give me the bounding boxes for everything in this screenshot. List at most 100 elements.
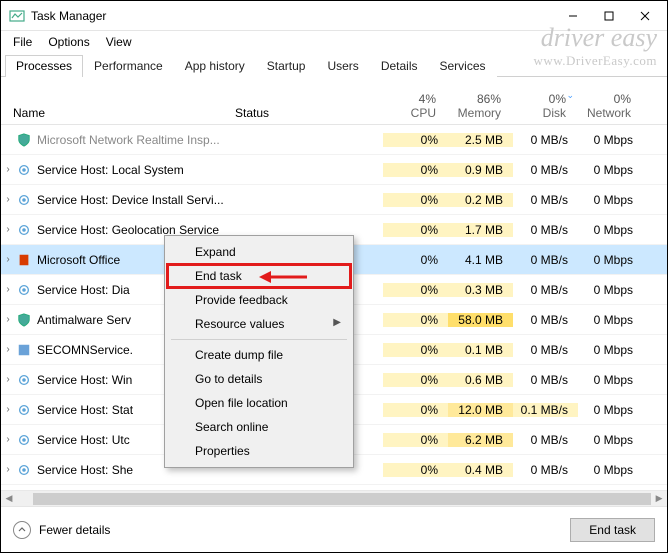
- expand-chevron-icon[interactable]: ›: [1, 164, 15, 175]
- process-name: Service Host: Device Install Servi...: [37, 193, 237, 207]
- fewer-details-label[interactable]: Fewer details: [39, 523, 110, 537]
- process-icon: [15, 252, 33, 268]
- expand-chevron-icon[interactable]: ›: [1, 434, 15, 445]
- maximize-button[interactable]: [591, 2, 627, 30]
- disk-cell: 0 MB/s: [513, 193, 578, 207]
- col-status-header[interactable]: Status: [235, 106, 381, 120]
- network-cell: 0 Mbps: [578, 133, 643, 147]
- table-row[interactable]: ›Service Host: Local System0%0.9 MB0 MB/…: [1, 155, 667, 185]
- memory-cell: 1.7 MB: [448, 223, 513, 237]
- window-title: Task Manager: [31, 9, 555, 23]
- expand-chevron-icon[interactable]: ›: [1, 464, 15, 475]
- disk-cell: 0.1 MB/s: [513, 403, 578, 417]
- cpu-cell: 0%: [383, 403, 448, 417]
- annotation-arrow: [259, 267, 309, 290]
- menubar: File Options View: [1, 31, 667, 53]
- process-icon: [15, 402, 33, 418]
- end-task-button[interactable]: End task: [570, 518, 655, 542]
- cpu-cell: 0%: [383, 193, 448, 207]
- context-open-file-location[interactable]: Open file location: [167, 391, 351, 415]
- menu-options[interactable]: Options: [42, 33, 95, 51]
- memory-cell: 58.0 MB: [448, 313, 513, 327]
- tab-startup[interactable]: Startup: [256, 55, 317, 77]
- scrollbar-thumb[interactable]: [33, 493, 651, 505]
- context-go-to-details[interactable]: Go to details: [167, 367, 351, 391]
- network-cell: 0 Mbps: [578, 373, 643, 387]
- cpu-cell: 0%: [383, 163, 448, 177]
- col-memory-header[interactable]: 86% Memory: [446, 92, 511, 120]
- network-cell: 0 Mbps: [578, 433, 643, 447]
- network-cell: 0 Mbps: [578, 283, 643, 297]
- disk-cell: 0 MB/s: [513, 223, 578, 237]
- col-network-header[interactable]: 0% Network: [576, 92, 641, 120]
- expand-chevron-icon[interactable]: ›: [1, 284, 15, 295]
- network-cell: 0 Mbps: [578, 163, 643, 177]
- fewer-details-icon[interactable]: [13, 521, 31, 539]
- cpu-cell: 0%: [383, 313, 448, 327]
- footer: Fewer details End task: [1, 506, 667, 552]
- table-row[interactable]: › Service Host: Device Install Servi... 0%…: [1, 185, 667, 215]
- expand-chevron-icon[interactable]: ›: [1, 344, 15, 355]
- titlebar: Task Manager: [1, 1, 667, 31]
- disk-cell: 0 MB/s: [513, 373, 578, 387]
- tab-services[interactable]: Services: [429, 55, 497, 77]
- close-button[interactable]: [627, 2, 663, 30]
- disk-cell: 0 MB/s: [513, 463, 578, 477]
- network-cell: 0 Mbps: [578, 253, 643, 267]
- scroll-left-icon[interactable]: ◀: [1, 493, 17, 504]
- memory-cell: 12.0 MB: [448, 403, 513, 417]
- expand-chevron-icon[interactable]: ›: [1, 224, 15, 235]
- network-cell: 0 Mbps: [578, 463, 643, 477]
- col-name-header[interactable]: Name: [1, 106, 235, 120]
- tab-processes[interactable]: Processes: [5, 55, 83, 77]
- disk-cell: 0 MB/s: [513, 133, 578, 147]
- cpu-cell: 0%: [383, 463, 448, 477]
- network-cell: 0 Mbps: [578, 223, 643, 237]
- process-icon: [15, 282, 33, 298]
- process-icon: [15, 342, 33, 358]
- menu-view[interactable]: View: [100, 33, 138, 51]
- tab-app-history[interactable]: App history: [174, 55, 256, 77]
- memory-cell: 6.2 MB: [448, 433, 513, 447]
- tab-users[interactable]: Users: [316, 55, 369, 77]
- context-expand[interactable]: Expand: [167, 240, 351, 264]
- tab-details[interactable]: Details: [370, 55, 429, 77]
- context-resource-values[interactable]: Resource values ▶: [167, 312, 351, 336]
- tab-performance[interactable]: Performance: [83, 55, 174, 77]
- network-cell: 0 Mbps: [578, 403, 643, 417]
- cpu-cell: 0%: [383, 133, 448, 147]
- menu-file[interactable]: File: [7, 33, 38, 51]
- disk-cell: 0 MB/s: [513, 343, 578, 357]
- process-icon: [15, 222, 33, 238]
- process-icon: [15, 192, 33, 208]
- context-create-dump[interactable]: Create dump file: [167, 343, 351, 367]
- context-properties[interactable]: Properties: [167, 439, 351, 463]
- memory-cell: 0.4 MB: [448, 463, 513, 477]
- context-search-online[interactable]: Search online: [167, 415, 351, 439]
- scroll-right-icon[interactable]: ▶: [651, 493, 667, 504]
- disk-cell: 0 MB/s: [513, 283, 578, 297]
- expand-chevron-icon[interactable]: ›: [1, 374, 15, 385]
- sort-indicator-icon: ⌄: [566, 90, 574, 101]
- network-cell: 0 Mbps: [578, 193, 643, 207]
- horizontal-scrollbar[interactable]: ◀ ▶: [1, 490, 667, 506]
- process-icon: [15, 372, 33, 388]
- minimize-button[interactable]: [555, 2, 591, 30]
- column-headers: Name Status 4% CPU 86% Memory 0% Disk ⌄ …: [1, 77, 667, 125]
- app-icon: [9, 8, 25, 24]
- col-disk-header[interactable]: 0% Disk ⌄: [511, 92, 576, 120]
- memory-cell: 0.6 MB: [448, 373, 513, 387]
- memory-cell: 0.2 MB: [448, 193, 513, 207]
- menu-separator: [171, 339, 347, 340]
- table-row[interactable]: Microsoft Network Realtime Insp...0%2.5 …: [1, 125, 667, 155]
- context-provide-feedback[interactable]: Provide feedback: [167, 288, 351, 312]
- col-cpu-header[interactable]: 4% CPU: [381, 92, 446, 120]
- expand-chevron-icon[interactable]: ›: [1, 404, 15, 415]
- cpu-cell: 0%: [383, 433, 448, 447]
- cpu-cell: 0%: [383, 343, 448, 357]
- cpu-cell: 0%: [383, 253, 448, 267]
- expand-chevron-icon[interactable]: ›: [1, 314, 15, 325]
- expand-chevron-icon[interactable]: ›: [1, 254, 15, 265]
- expand-chevron-icon[interactable]: ›: [1, 194, 15, 205]
- disk-cell: 0 MB/s: [513, 163, 578, 177]
